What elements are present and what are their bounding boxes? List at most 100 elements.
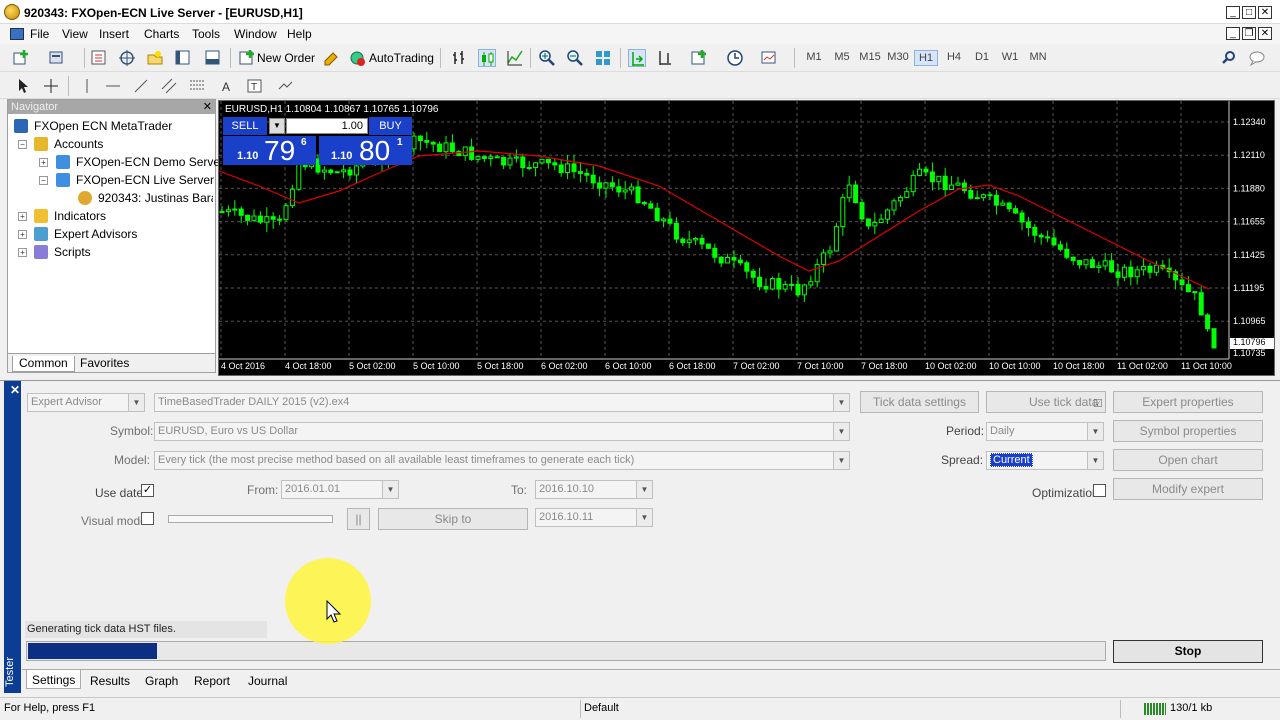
channel-icon[interactable] — [160, 77, 178, 95]
tab-report[interactable]: Report — [194, 674, 230, 688]
experts-expand-icon[interactable]: + — [18, 230, 27, 239]
use-tick-data-toggle[interactable]: Use tick data ☑ — [986, 391, 1106, 413]
zoom-out-icon[interactable] — [566, 49, 584, 67]
visual-speed-slider[interactable] — [168, 515, 333, 523]
market-watch-icon[interactable] — [90, 49, 108, 67]
navigator-icon[interactable] — [146, 49, 164, 67]
period-select[interactable]: Daily ▼ — [986, 422, 1104, 441]
data-window-icon[interactable] — [118, 49, 136, 67]
zoom-in-icon[interactable] — [538, 49, 556, 67]
stop-button[interactable]: Stop — [1113, 640, 1263, 663]
spread-select[interactable]: Current ▼ — [986, 451, 1104, 470]
accounts-collapse-icon[interactable]: − — [18, 140, 27, 149]
child-minimize-button[interactable]: _ — [1226, 27, 1240, 40]
sell-price-box[interactable]: 1.10 79 6 — [223, 135, 316, 166]
profiles-icon[interactable] — [48, 49, 66, 67]
indicators-icon[interactable] — [690, 49, 708, 67]
close-button[interactable]: ✕ — [1258, 6, 1272, 19]
text-tool-icon[interactable]: A — [218, 77, 236, 95]
menu-charts[interactable]: Charts — [144, 27, 179, 41]
timeframe-m5[interactable]: M5 — [830, 51, 854, 63]
demo-expand-icon[interactable]: + — [39, 158, 48, 167]
menu-view[interactable]: View — [62, 27, 88, 41]
bar-chart-icon[interactable] — [450, 49, 468, 67]
tab-journal[interactable]: Journal — [248, 674, 287, 688]
periods-icon[interactable] — [726, 49, 744, 67]
tab-graph[interactable]: Graph — [145, 674, 178, 688]
chart-shift-icon[interactable] — [656, 49, 674, 67]
timeframe-d1[interactable]: D1 — [970, 51, 994, 63]
trendline-icon[interactable] — [132, 77, 150, 95]
tab-common[interactable]: Common — [12, 356, 75, 372]
tile-windows-icon[interactable] — [594, 49, 612, 67]
sell-button[interactable]: SELL — [223, 117, 267, 135]
tab-results[interactable]: Results — [90, 674, 130, 688]
candlestick-icon[interactable] — [478, 49, 496, 67]
live-collapse-icon[interactable]: − — [39, 176, 48, 185]
lots-decrease-icon[interactable]: ▼ — [269, 118, 285, 134]
crosshair-icon[interactable] — [42, 77, 60, 95]
search-icon[interactable] — [1220, 49, 1238, 67]
pause-button[interactable]: || — [347, 508, 370, 530]
metaeditor-icon[interactable] — [322, 49, 340, 67]
templates-icon[interactable] — [760, 49, 778, 67]
tester-type-select[interactable]: Expert Advisor ▼ — [27, 393, 145, 412]
tick-data-settings-button[interactable]: Tick data settings — [860, 391, 979, 413]
timeframe-m1[interactable]: M1 — [802, 51, 826, 63]
symbol-properties-button[interactable]: Symbol properties — [1113, 420, 1263, 442]
menu-window[interactable]: Window — [234, 27, 277, 41]
vertical-line-icon[interactable] — [78, 77, 96, 95]
scripts-expand-icon[interactable]: + — [18, 248, 27, 257]
arrows-icon[interactable] — [276, 77, 294, 95]
visual-mode-checkbox[interactable] — [141, 512, 154, 525]
tab-settings[interactable]: Settings — [26, 670, 82, 689]
timeframe-m15[interactable]: M15 — [858, 51, 882, 63]
menu-tools[interactable]: Tools — [192, 27, 220, 41]
menu-file[interactable]: File — [30, 27, 49, 41]
from-date-picker[interactable]: 2016.01.01 ▼ — [281, 480, 399, 499]
navigator-close-icon[interactable]: ✕ — [203, 100, 212, 113]
autoscroll-icon[interactable] — [628, 49, 646, 67]
modify-expert-button[interactable]: Modify expert — [1113, 478, 1263, 500]
horizontal-line-icon[interactable] — [104, 77, 122, 95]
autotrading-button[interactable]: AutoTrading — [369, 51, 434, 65]
timeframe-h1[interactable]: H1 — [914, 50, 938, 66]
autotrading-icon[interactable] — [348, 49, 366, 67]
terminal-icon[interactable] — [174, 49, 192, 67]
fibonacci-icon[interactable] — [188, 77, 206, 95]
timeframe-mn[interactable]: MN — [1026, 51, 1050, 63]
tab-favorites[interactable]: Favorites — [74, 356, 135, 372]
menu-help[interactable]: Help — [287, 27, 312, 41]
symbol-select[interactable]: EURUSD, Euro vs US Dollar ▼ — [154, 422, 850, 441]
buy-price-box[interactable]: 1.10 80 1 — [319, 135, 412, 166]
skip-to-button[interactable]: Skip to — [378, 508, 528, 530]
minimize-button[interactable]: _ — [1226, 6, 1240, 19]
menu-insert[interactable]: Insert — [99, 27, 129, 41]
cursor-tool-icon[interactable] — [14, 77, 32, 95]
timeframe-w1[interactable]: W1 — [998, 51, 1022, 63]
text-label-icon[interactable]: T — [246, 77, 264, 95]
new-order-button[interactable]: New Order — [257, 51, 315, 65]
child-close-button[interactable]: ✕ — [1258, 27, 1272, 40]
optimization-checkbox[interactable] — [1093, 484, 1106, 497]
expert-select[interactable]: TimeBasedTrader DAILY 2015 (v2).ex4 ▼ — [154, 393, 850, 412]
expert-properties-button[interactable]: Expert properties — [1113, 391, 1263, 413]
chat-icon[interactable] — [1248, 49, 1266, 67]
strategy-tester-icon[interactable] — [204, 49, 222, 67]
new-chart-icon[interactable] — [12, 49, 30, 67]
model-select[interactable]: Every tick (the most precise method base… — [154, 451, 850, 470]
open-chart-button[interactable]: Open chart — [1113, 449, 1263, 471]
line-chart-icon[interactable] — [506, 49, 524, 67]
use-date-checkbox[interactable]: ✓ — [141, 484, 154, 497]
maximize-button[interactable]: □ — [1242, 6, 1256, 19]
buy-button[interactable]: BUY — [369, 117, 412, 135]
new-order-icon[interactable] — [238, 49, 256, 67]
timeframe-m30[interactable]: M30 — [886, 51, 910, 63]
tester-close-icon[interactable]: ✕ — [10, 383, 20, 397]
skip-date-picker[interactable]: 2016.10.11 ▼ — [535, 508, 653, 527]
to-date-picker[interactable]: 2016.10.10 ▼ — [535, 480, 653, 499]
indicators-expand-icon[interactable]: + — [18, 212, 27, 221]
child-restore-button[interactable]: ❐ — [1242, 27, 1256, 40]
timeframe-h4[interactable]: H4 — [942, 51, 966, 63]
lots-input[interactable]: 1.00 — [286, 118, 368, 134]
